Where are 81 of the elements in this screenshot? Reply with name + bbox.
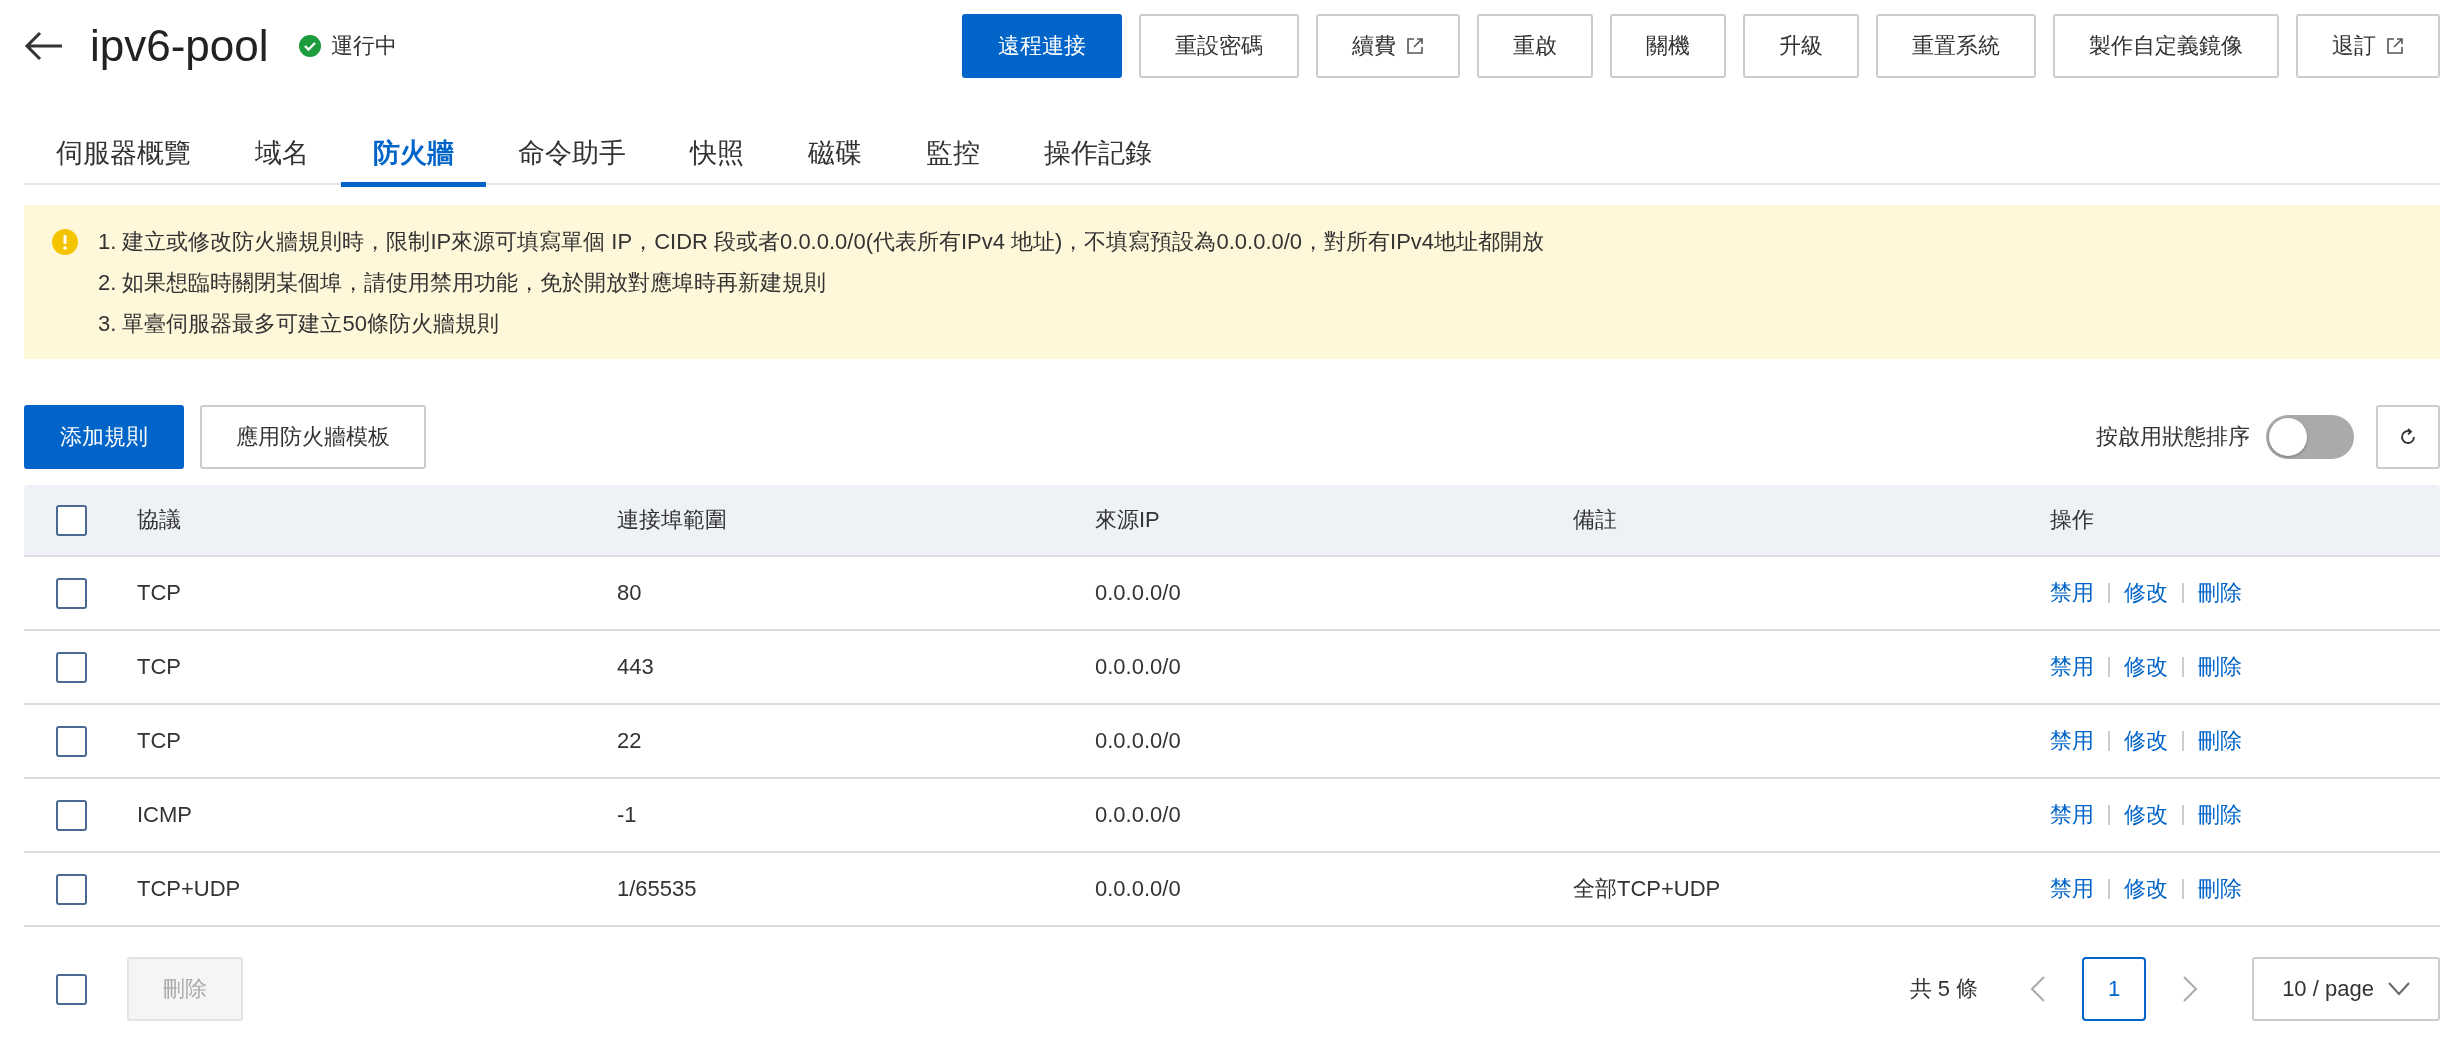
page-title: ipv6-pool	[90, 21, 269, 71]
table-cell-text: 22	[617, 728, 643, 754]
table-cell-text: 443	[617, 654, 655, 680]
table-cell-text: 0.0.0.0/0	[1095, 876, 1182, 902]
table-cell-text: ICMP	[137, 802, 193, 828]
checkbox[interactable]	[56, 799, 87, 831]
refresh-icon	[2398, 427, 2418, 447]
action-link[interactable]: 修改	[2124, 578, 2168, 608]
action-link[interactable]: 修改	[2124, 874, 2168, 904]
checkbox[interactable]	[56, 973, 87, 1005]
tab[interactable]: 伺服器概覽	[24, 124, 223, 187]
table-cell-text: 80	[617, 580, 643, 606]
tab[interactable]: 防火牆	[341, 124, 486, 187]
checkbox[interactable]	[56, 725, 87, 757]
table-cell-text: -1	[617, 802, 638, 828]
table-cell-text: TCP	[137, 580, 182, 606]
apply-template-button[interactable]: 應用防火牆模板	[200, 405, 426, 469]
header-button[interactable]: 遠程連接	[962, 14, 1122, 78]
action-link[interactable]: 刪除	[2198, 874, 2242, 904]
chevron-right-icon	[2182, 975, 2198, 1003]
notice-text: 2. 如果想臨時關閉某個埠，請使用禁用功能，免於開放對應埠時再新建規則	[98, 269, 828, 297]
tab[interactable]: 磁碟	[776, 124, 894, 187]
column-header: 操作	[2050, 506, 2095, 534]
page-button[interactable]: 1	[2082, 957, 2146, 1021]
action-link[interactable]: 修改	[2124, 726, 2168, 756]
sort-toggle-switch[interactable]	[2266, 415, 2354, 459]
action-link[interactable]: 修改	[2124, 800, 2168, 830]
checkbox[interactable]	[56, 651, 87, 683]
sort-toggle-label: 按啟用狀態排序	[2096, 423, 2250, 451]
notice-text: 3. 單臺伺服器最多可建立50條防火牆規則	[98, 310, 500, 338]
check-circle-icon	[298, 35, 321, 57]
header-button[interactable]: 退訂	[2296, 14, 2440, 78]
column-header: 協議	[137, 506, 182, 534]
tab[interactable]: 監控	[894, 124, 1012, 187]
checkbox[interactable]	[56, 873, 87, 905]
column-header: 連接埠範圍	[617, 506, 728, 534]
external-link-icon	[1406, 37, 1424, 55]
header-button[interactable]: 重設密碼	[1139, 14, 1299, 78]
header-button[interactable]: 升級	[1743, 14, 1859, 78]
add-rule-button[interactable]: 添加規則	[24, 405, 184, 469]
tab[interactable]: 域名	[223, 124, 341, 187]
tab[interactable]: 命令助手	[486, 124, 658, 187]
total-count: 共 5 條	[1909, 975, 1978, 1003]
action-link[interactable]: 禁用	[2050, 652, 2094, 682]
back-arrow-icon[interactable]	[24, 30, 64, 62]
notice-text: 1. 建立或修改防火牆規則時，限制IP來源可填寫單個 IP，CIDR 段或者0.0.0.0/0(代表所有IPv4 地址)，不填寫預設為0.0.0.0/0，對所有IPv4地址都開放	[98, 228, 1545, 256]
action-link[interactable]: 禁用	[2050, 800, 2094, 830]
table-cell-text: 0.0.0.0/0	[1095, 654, 1182, 680]
action-link[interactable]: 修改	[2124, 652, 2168, 682]
chevron-down-icon	[2387, 982, 2410, 996]
warning-icon	[52, 229, 78, 255]
checkbox[interactable]	[56, 577, 87, 609]
action-link[interactable]: 刪除	[2198, 578, 2242, 608]
status-text: 運行中	[330, 32, 397, 60]
table-cell-text: 1/65535	[617, 876, 698, 902]
header-button[interactable]: 重置系統	[1876, 14, 2036, 78]
action-link[interactable]: 刪除	[2198, 726, 2242, 756]
table-cell-text: TCP	[137, 728, 182, 754]
column-header: 來源IP	[1095, 506, 1161, 534]
action-link[interactable]: 禁用	[2050, 874, 2094, 904]
page-size-select[interactable]: 10 / page	[2252, 957, 2440, 1021]
column-header: 備註	[1573, 506, 1618, 534]
header-button[interactable]: 製作自定義鏡像	[2053, 14, 2279, 78]
table-cell-text: 0.0.0.0/0	[1095, 728, 1182, 754]
action-link[interactable]: 禁用	[2050, 578, 2094, 608]
tab[interactable]: 操作記錄	[1012, 124, 1184, 187]
checkbox[interactable]	[56, 504, 87, 536]
action-link[interactable]: 刪除	[2198, 800, 2242, 830]
header-button[interactable]: 續費	[1316, 14, 1460, 78]
table-cell-text: 全部TCP+UDP	[1573, 875, 1722, 903]
table-cell-text: TCP+UDP	[137, 876, 242, 902]
action-link[interactable]: 禁用	[2050, 726, 2094, 756]
table-cell-text: 0.0.0.0/0	[1095, 802, 1182, 828]
table-cell-text: 0.0.0.0/0	[1095, 580, 1182, 606]
tab[interactable]: 快照	[658, 124, 776, 187]
header-button[interactable]: 關機	[1610, 14, 1726, 78]
header-button[interactable]: 重啟	[1477, 14, 1593, 78]
external-link-icon	[2386, 37, 2404, 55]
chevron-left-icon	[2030, 975, 2046, 1003]
action-link[interactable]: 刪除	[2198, 652, 2242, 682]
table-cell-text: TCP	[137, 654, 182, 680]
